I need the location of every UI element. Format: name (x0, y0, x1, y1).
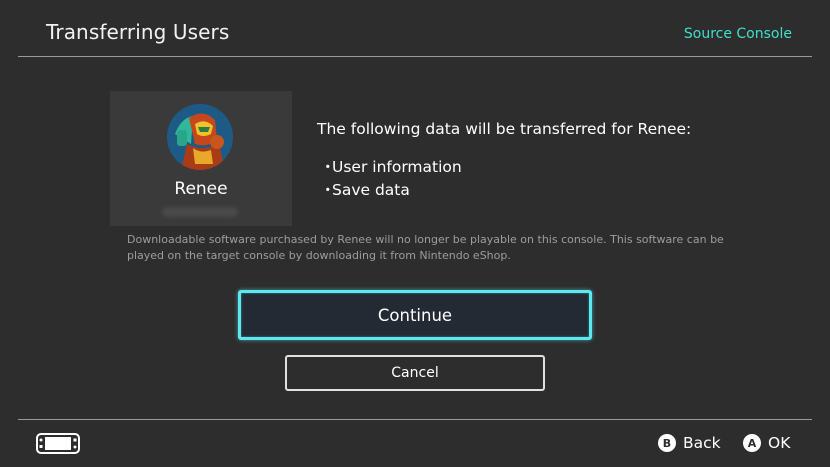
bullet: ・ (320, 181, 336, 199)
user-name: Renee (174, 179, 228, 199)
cancel-button[interactable]: Cancel (285, 355, 545, 391)
user-subtext-blurred (162, 207, 238, 217)
list-item-label: User information (332, 158, 462, 176)
notice-text: Downloadable software purchased by Renee… (127, 233, 724, 262)
list-item: ・Save data (320, 179, 462, 202)
bullet: ・ (320, 158, 336, 176)
page-title: Transferring Users (46, 20, 230, 44)
ok-label: OK (768, 434, 791, 452)
list-item: ・User information (320, 156, 462, 179)
cancel-button-label: Cancel (391, 365, 439, 381)
source-console-label: Source Console (683, 26, 792, 42)
transfer-heading: The following data will be transferred f… (317, 120, 692, 138)
character-avatar-icon (167, 104, 233, 170)
continue-button[interactable]: Continue (238, 290, 592, 340)
list-item-label: Save data (332, 181, 410, 199)
transfer-items-list: ・User information ・Save data (320, 156, 462, 202)
user-card: Renee (110, 91, 292, 226)
ok-button[interactable]: A OK (743, 434, 790, 452)
handheld-console-icon (36, 433, 80, 454)
back-button[interactable]: B Back (658, 434, 721, 452)
header-divider (18, 56, 812, 57)
b-button-icon: B (658, 434, 676, 452)
back-label: Back (683, 434, 721, 452)
transfer-users-screen: Transferring Users Source Console Renee … (0, 0, 830, 467)
footer-divider (18, 419, 812, 420)
a-button-icon: A (743, 434, 761, 452)
continue-button-label: Continue (377, 305, 453, 325)
